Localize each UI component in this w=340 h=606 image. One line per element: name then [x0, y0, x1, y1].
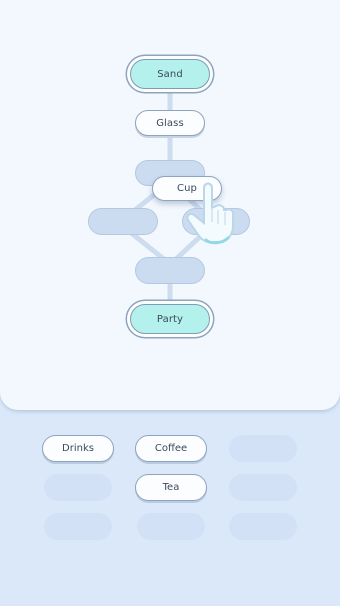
tray-empty-slot: [229, 474, 297, 501]
empty-slot-4[interactable]: [135, 257, 205, 284]
puzzle-board: Sand Glass Party Cup: [0, 0, 340, 410]
tray-empty-slot: [137, 513, 205, 540]
pointer-hand-icon: [186, 182, 235, 245]
tray-empty-slot: [229, 435, 297, 462]
tray-empty-slot: [229, 513, 297, 540]
glass-word-node[interactable]: Glass: [135, 110, 205, 136]
tray-word-coffee[interactable]: Coffee: [135, 435, 207, 462]
tray-empty-slot: [44, 474, 112, 501]
goal-word-node: Party: [130, 304, 210, 334]
empty-slot-left[interactable]: [88, 208, 158, 235]
start-word-node: Sand: [130, 59, 210, 89]
tray-empty-slot: [44, 513, 112, 540]
tray-word-tea[interactable]: Tea: [135, 474, 207, 501]
connector-left-slot4: [127, 229, 168, 263]
tray-word-drinks[interactable]: Drinks: [42, 435, 114, 462]
